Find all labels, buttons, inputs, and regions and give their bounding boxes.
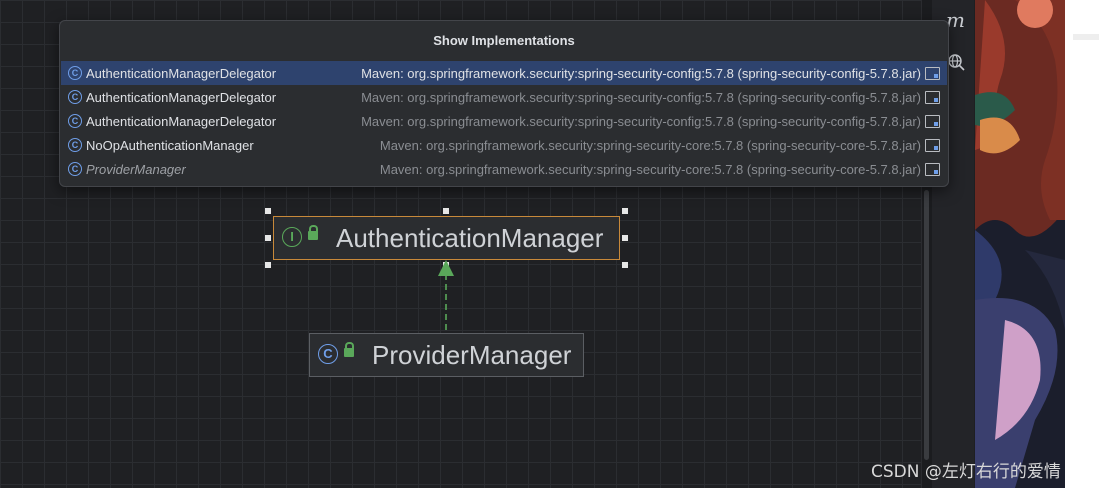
selection-handle[interactable] (265, 262, 271, 268)
class-icon: C (68, 138, 82, 152)
selection-handle[interactable] (443, 208, 449, 214)
implementation-row[interactable]: C AuthenticationManagerDelegator Maven: … (61, 109, 947, 133)
implementation-row[interactable]: C NoOpAuthenticationManager Maven: org.s… (61, 133, 947, 157)
class-icon: C (68, 66, 82, 80)
implementation-row[interactable]: C AuthenticationManagerDelegator Maven: … (61, 61, 947, 85)
public-lock-icon (308, 225, 318, 240)
public-lock-icon (344, 342, 354, 357)
class-icon: C (68, 90, 82, 104)
watermark: CSDN @左灯右行的爱情 (871, 462, 1061, 482)
class-icon: C (68, 162, 82, 176)
scrollbar-thumb[interactable] (924, 190, 929, 460)
page-gutter (1065, 0, 1099, 488)
jar-icon (925, 115, 940, 128)
implementation-name: AuthenticationManagerDelegator (86, 114, 277, 129)
node-label: AuthenticationManager (336, 223, 604, 253)
globe-icon[interactable] (947, 52, 965, 72)
implementation-location: Maven: org.springframework.security:spri… (379, 138, 921, 153)
jar-icon (925, 163, 940, 176)
implementation-row[interactable]: C ProviderManager Maven: org.springframe… (61, 157, 947, 181)
implementation-name: ProviderManager (86, 162, 186, 177)
jar-icon (925, 67, 940, 80)
implementation-location: Maven: org.springframework.security:spri… (361, 114, 921, 129)
implementation-location: Maven: org.springframework.security:spri… (379, 162, 921, 177)
node-label: ProviderManager (372, 340, 572, 370)
implementation-row[interactable]: C AuthenticationManagerDelegator Maven: … (61, 85, 947, 109)
class-icon: C (68, 114, 82, 128)
implementation-location: Maven: org.springframework.security:spri… (361, 90, 921, 105)
wallpaper-image (975, 0, 1065, 488)
wallpaper-art (975, 0, 1065, 488)
popup-title: Show Implementations (433, 33, 575, 48)
selection-handle[interactable] (265, 208, 271, 214)
implementation-name: NoOpAuthenticationManager (86, 138, 254, 153)
implementation-name: AuthenticationManagerDelegator (86, 90, 277, 105)
interface-node[interactable]: I AuthenticationManager (273, 216, 620, 260)
implements-arrow (438, 260, 454, 334)
implementation-name: AuthenticationManagerDelegator (86, 66, 277, 81)
selection-handle[interactable] (265, 235, 271, 241)
class-icon: C (318, 344, 338, 364)
selection-handle[interactable] (622, 262, 628, 268)
jar-icon (925, 139, 940, 152)
interface-icon: I (282, 227, 302, 247)
selection-handle[interactable] (622, 208, 628, 214)
selection-handle[interactable] (622, 235, 628, 241)
class-node[interactable]: C ProviderManager (309, 333, 584, 377)
jar-icon (925, 91, 940, 104)
show-implementations-popup: Show Implementations C AuthenticationMan… (59, 20, 949, 187)
implementation-location: Maven: org.springframework.security:spri… (361, 66, 921, 81)
